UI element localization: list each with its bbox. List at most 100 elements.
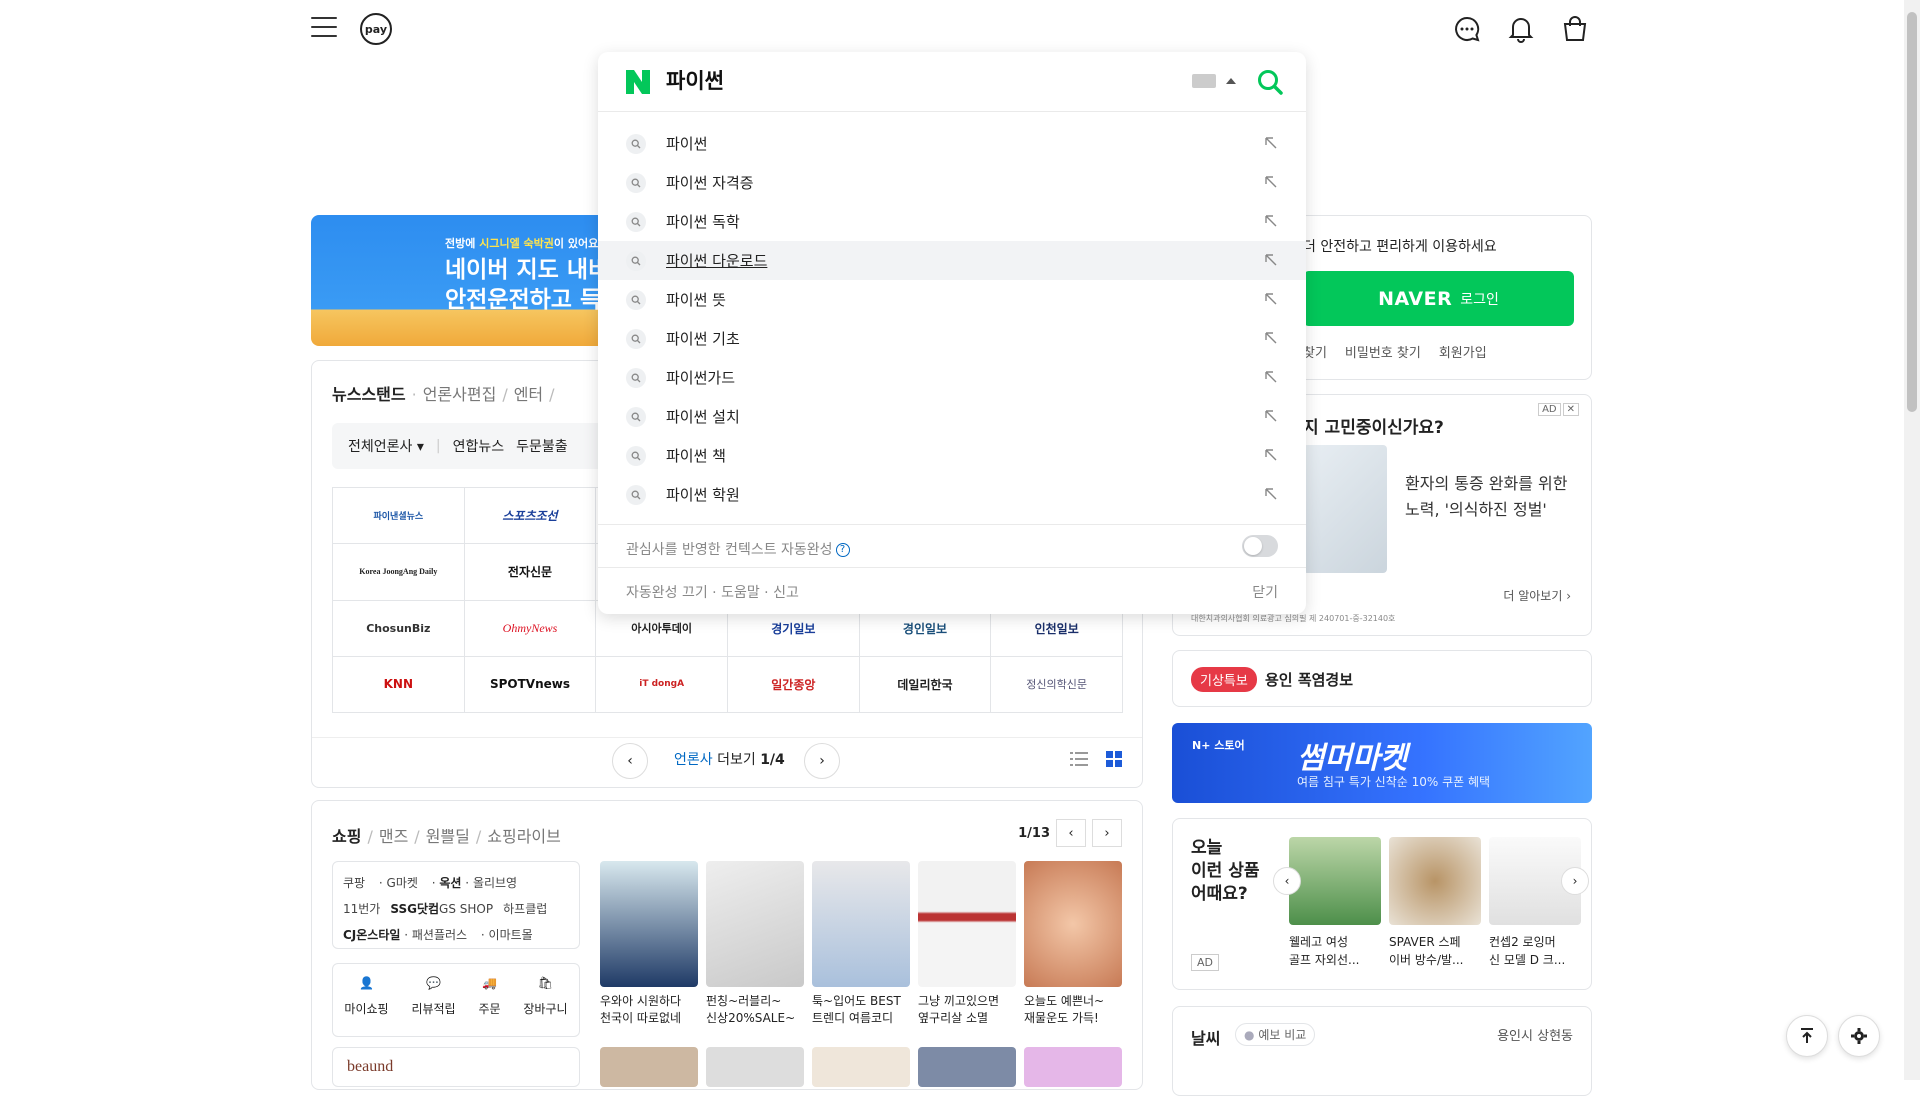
press-logo[interactable]: OhmyNews xyxy=(464,600,597,657)
suggestion-item[interactable]: 파이썬 다운로드 xyxy=(598,241,1306,280)
cart-icon[interactable] xyxy=(1560,14,1590,44)
ad-more-link[interactable]: 더 알아보기 › xyxy=(1503,587,1571,604)
fill-query-arrow-icon[interactable] xyxy=(1264,448,1278,462)
press-logo[interactable]: SPOTVnews xyxy=(464,656,597,713)
caret-up-icon[interactable] xyxy=(1226,78,1236,84)
recommend-item[interactable]: 웰레고 여성 골프 자외선... xyxy=(1289,837,1381,969)
press-logo[interactable]: iT dongA xyxy=(596,656,728,713)
talk-icon[interactable] xyxy=(1452,14,1482,44)
prev-page-button[interactable]: ‹ xyxy=(612,743,648,779)
suggestion-item[interactable]: 파이썬 기초 xyxy=(598,319,1306,358)
fill-query-arrow-icon[interactable] xyxy=(1264,487,1278,501)
tab-entertainment[interactable]: 엔터 xyxy=(514,385,543,404)
fill-query-arrow-icon[interactable] xyxy=(1264,136,1278,150)
mall-link[interactable]: G마켓 xyxy=(387,876,418,890)
close-icon[interactable]: ✕ xyxy=(1562,403,1579,416)
naver-login-button[interactable]: NAVER 로그인 xyxy=(1303,271,1574,326)
mall-link[interactable]: 이마트몰 xyxy=(489,928,533,942)
search-button[interactable] xyxy=(1256,68,1284,96)
signup-link[interactable]: 회원가입 xyxy=(1439,346,1487,361)
mall-link[interactable]: 11번가 xyxy=(343,902,380,916)
scroll-top-button[interactable] xyxy=(1786,1015,1828,1057)
find-id-link[interactable]: 찾기 xyxy=(1303,346,1327,361)
filter-dumun[interactable]: 두문불출 xyxy=(516,436,568,456)
close-autocomplete-button[interactable]: 닫기 xyxy=(1252,582,1278,602)
filter-all-press[interactable]: 전체언론사 ▾ xyxy=(348,436,424,456)
tab-press-edit[interactable]: 언론사편집 xyxy=(423,385,497,404)
tab-newsstand[interactable]: 뉴스스탠드 xyxy=(332,385,406,404)
product-card[interactable]: 그냥 끼고있으면 옆구리살 소멸 xyxy=(918,861,1016,1027)
menu-icon[interactable] xyxy=(311,17,337,39)
press-logo[interactable]: Korea JoongAng Daily xyxy=(333,544,465,601)
suggestion-item[interactable]: 파이썬 자격증 xyxy=(598,163,1306,202)
press-logo[interactable]: ChosunBiz xyxy=(333,600,465,657)
weather-location[interactable]: 용인시 상현동 xyxy=(1497,1025,1573,1044)
press-logo[interactable]: 스포츠조선 xyxy=(464,488,597,545)
tab-one-plus-deal[interactable]: 원쁠딜 xyxy=(426,827,470,846)
find-password-link[interactable]: 비밀번호 찾기 xyxy=(1345,346,1421,361)
suggestion-item[interactable]: 파이썬 뜻 xyxy=(598,280,1306,319)
page-scrollbar[interactable] xyxy=(1904,0,1920,1080)
product-card[interactable]: 펀칭~러블리~ 신상20%SALE~ xyxy=(706,861,804,1027)
fill-query-arrow-icon[interactable] xyxy=(1264,175,1278,189)
orders-button[interactable]: 🚚 주문 xyxy=(478,976,500,1036)
suggestion-item[interactable]: 파이썬가드 xyxy=(598,358,1306,397)
tab-shopping[interactable]: 쇼핑 xyxy=(332,827,361,846)
product-card[interactable]: 오늘도 예쁜너~ 재물운도 가득! xyxy=(1024,861,1122,1027)
mall-link[interactable]: 올리브영 xyxy=(473,876,517,890)
tab-mens[interactable]: 맨즈 xyxy=(379,827,408,846)
help-icon[interactable]: ? xyxy=(835,543,850,557)
search-input[interactable] xyxy=(666,68,1066,92)
navigation-ad-banner[interactable]: 전방에 시그니엘 숙박권이 있어요 네이버 지도 내비 안전운전하고 득 xyxy=(311,215,603,346)
list-view-icon[interactable] xyxy=(1070,751,1088,771)
my-shopping-button[interactable]: 👤 마이쇼핑 xyxy=(344,976,388,1036)
mall-link[interactable]: 하프클럽 xyxy=(503,902,547,916)
mall-link[interactable]: 패션플러스 xyxy=(412,928,467,942)
weather-alert-card[interactable]: 기상특보 용인 폭염경보 xyxy=(1172,650,1592,707)
press-logo[interactable]: 일간종앙 xyxy=(728,656,860,713)
grid-view-icon[interactable] xyxy=(1106,751,1122,771)
mall-link[interactable]: CJ온스타일 xyxy=(343,928,400,942)
suggestion-item[interactable]: 파이썬 xyxy=(598,124,1306,163)
mall-link[interactable]: GS SHOP xyxy=(439,902,493,916)
next-page-button[interactable]: › xyxy=(804,743,840,779)
press-logo[interactable]: 데일리한국 xyxy=(859,656,992,713)
brand-banner[interactable]: beaund xyxy=(332,1047,580,1087)
recommend-next-button[interactable]: › xyxy=(1561,867,1589,895)
suggestion-item[interactable]: 파이썬 학원 xyxy=(598,475,1306,514)
fill-query-arrow-icon[interactable] xyxy=(1264,253,1278,267)
naver-logo-icon[interactable] xyxy=(626,70,650,94)
recommend-item[interactable]: 컨셉2 로잉머 신 모델 D 크... xyxy=(1489,837,1581,969)
mall-link[interactable]: SSG닷컴 xyxy=(390,902,439,916)
fill-query-arrow-icon[interactable] xyxy=(1264,214,1278,228)
tab-shopping-live[interactable]: 쇼핑라이브 xyxy=(487,827,561,846)
suggestion-item[interactable]: 파이썬 설치 xyxy=(598,397,1306,436)
press-logo[interactable]: KNN xyxy=(333,656,465,713)
fill-query-arrow-icon[interactable] xyxy=(1264,370,1278,384)
recommend-prev-button[interactable]: ‹ xyxy=(1273,867,1301,895)
press-logo[interactable]: 파이낸셜뉴스 xyxy=(333,488,465,545)
mall-link[interactable]: 옥션 xyxy=(439,876,461,890)
pay-icon[interactable]: pay xyxy=(360,13,392,45)
press-more-link[interactable]: 언론사 더보기 1/4 xyxy=(674,749,785,769)
forecast-compare-button[interactable]: ● 예보 비교 xyxy=(1235,1023,1316,1046)
context-autocomplete-toggle[interactable] xyxy=(1242,535,1278,557)
mall-link[interactable]: 쿠팡 xyxy=(343,876,365,890)
store-promo-banner[interactable]: N+ 스토어 썸머마켓 여름 침구 특가 신착순 10% 쿠폰 혜택 xyxy=(1172,723,1592,803)
fill-query-arrow-icon[interactable] xyxy=(1264,409,1278,423)
press-logo[interactable]: 정신의학신문 xyxy=(991,656,1123,713)
settings-button[interactable] xyxy=(1838,1015,1880,1057)
recommend-item[interactable]: SPAVER 스페 이버 방수/발... xyxy=(1389,837,1481,969)
filter-yonhap[interactable]: 연합뉴스 xyxy=(453,436,505,456)
review-points-button[interactable]: 💬 리뷰적립 xyxy=(411,976,455,1036)
product-card[interactable]: 툭~입어도 BEST 트렌디 여름코디 xyxy=(812,861,910,1027)
fill-query-arrow-icon[interactable] xyxy=(1264,331,1278,345)
suggestion-item[interactable]: 파이썬 책 xyxy=(598,436,1306,475)
shopping-next-button[interactable]: › xyxy=(1092,819,1122,847)
suggestion-item[interactable]: 파이썬 독학 xyxy=(598,202,1306,241)
press-logo[interactable]: 전자신문 xyxy=(464,544,597,601)
autocomplete-footer-links[interactable]: 자동완성 끄기 · 도움말 · 신고 xyxy=(626,582,799,602)
cart-button[interactable]: 🛍 장바구니 xyxy=(523,976,567,1036)
product-card[interactable]: 우와아 시원하다 천국이 따로없네 xyxy=(600,861,698,1027)
keyboard-icon[interactable] xyxy=(1192,74,1216,88)
